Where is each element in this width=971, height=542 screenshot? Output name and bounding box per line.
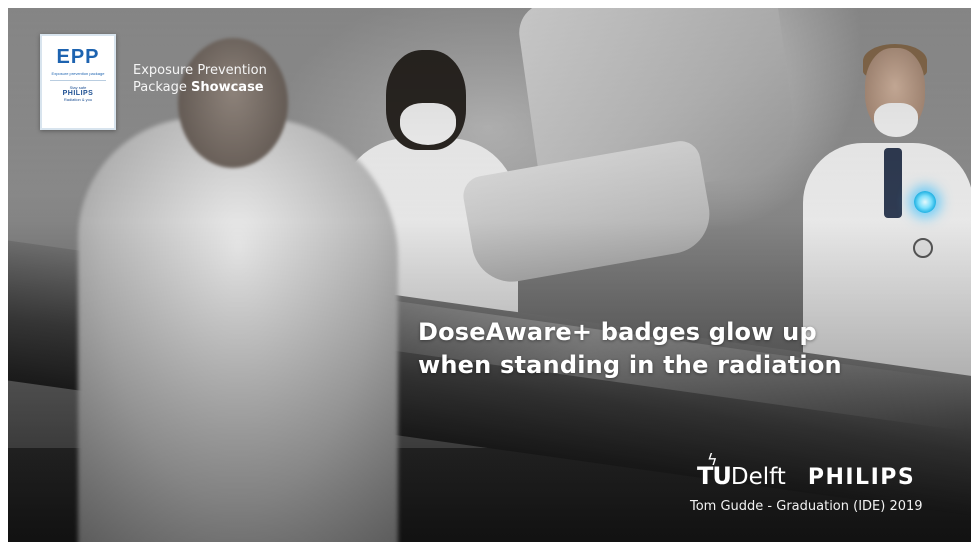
epp-logo: EPP Exposure prevention package Stay saf… <box>40 34 116 130</box>
epp-logo-subtitle: Exposure prevention package <box>51 71 105 76</box>
headline-line-2: when standing in the radiation <box>418 351 842 379</box>
showcase-caption: Exposure Prevention Package Showcase <box>133 62 267 96</box>
tudelft-logo-delft: Delft <box>730 464 786 490</box>
brand-logos: ϟ TU Delft PHILIPS <box>697 450 916 490</box>
philips-logo: PHILIPS <box>807 465 916 490</box>
divider <box>50 80 106 81</box>
epp-logo-brand: PHILIPS <box>62 90 94 97</box>
caption-line-2: Package Showcase <box>133 79 267 96</box>
caption-showcase: Showcase <box>191 80 264 95</box>
headline-line-1: DoseAware+ badges glow up <box>418 318 817 346</box>
headline: DoseAware+ badges glow up when standing … <box>418 316 842 382</box>
epp-logo-mark: EPP <box>56 46 100 68</box>
credit-line: Tom Gudde - Graduation (IDE) 2019 <box>690 499 923 514</box>
caption-package: Package <box>133 80 187 95</box>
caption-line-1: Exposure Prevention <box>133 63 267 78</box>
tudelft-flame-icon: ϟ <box>707 450 718 469</box>
epp-logo-tagline: Radiation & you <box>63 97 93 102</box>
